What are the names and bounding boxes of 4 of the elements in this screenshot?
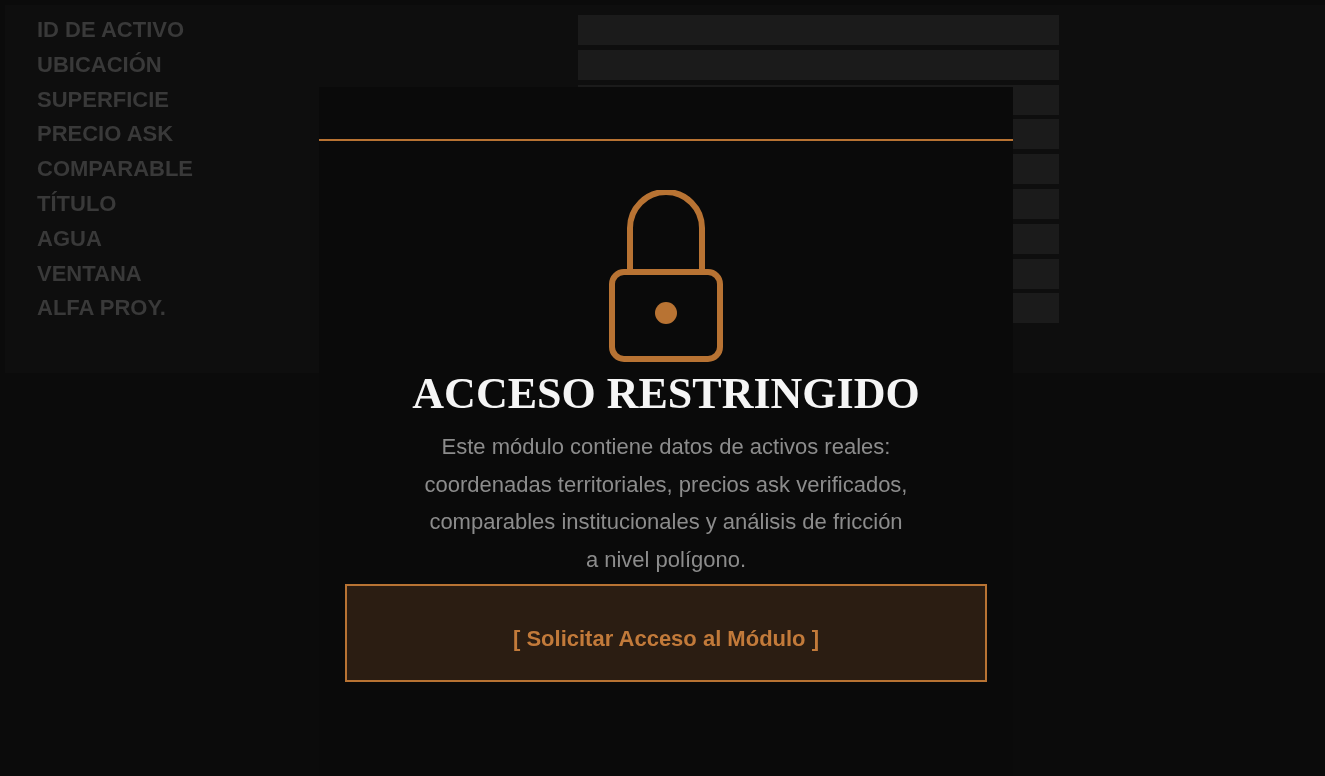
dialog-title: ACCESO RESTRINGIDO: [412, 369, 920, 419]
lock-icon: [609, 190, 723, 362]
request-access-button[interactable]: [ Solicitar Acceso al Módulo ]: [345, 584, 987, 682]
description-text: Este módulo contiene datos de activos reales: coordenadas territoriales, precios ask verificados, comparables institucionales y análisis de fricción a nivel polígono.: [424, 433, 908, 574]
